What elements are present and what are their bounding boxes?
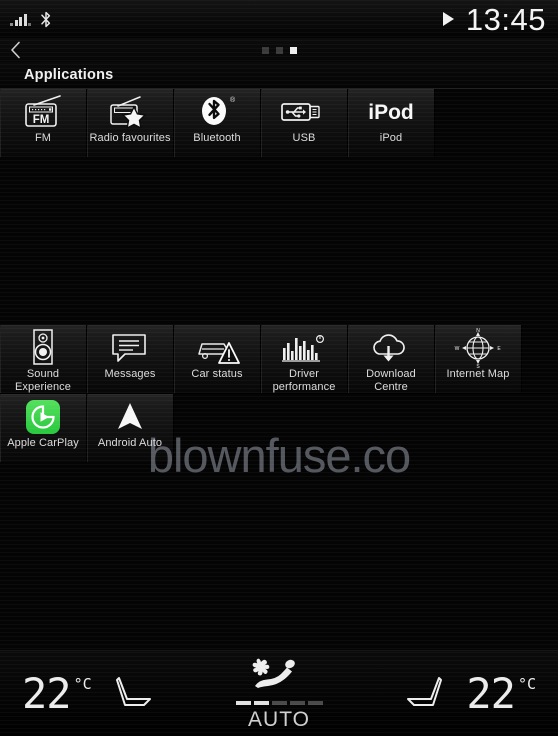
app-label: Bluetooth: [193, 132, 241, 144]
fan-segment-5: [307, 701, 323, 705]
app-tile-driver-performance[interactable]: Driver performance: [261, 325, 348, 393]
app-label: FM: [34, 132, 52, 144]
status-bar: 13:45: [0, 0, 558, 38]
app-label: Car status: [191, 368, 243, 380]
app-label: Messages: [104, 368, 156, 380]
android-auto-icon: [111, 397, 149, 437]
auto-label: AUTO: [248, 708, 310, 731]
app-label: Internet Map: [446, 368, 510, 380]
app-label: Android Auto: [97, 437, 163, 449]
clock-label: 13:45: [465, 1, 546, 37]
bluetooth-icon: ®: [196, 92, 238, 132]
car-warning-triangle-icon: [194, 328, 240, 368]
app-tile-fm[interactable]: FM FM: [0, 89, 87, 157]
svg-text:iPod: iPod: [368, 101, 414, 124]
app-label: iPod: [379, 132, 403, 144]
infotainment-screen: 13:45 Applications FM FM Radio favourite…: [0, 0, 558, 736]
app-tile-internet-map[interactable]: N S E W Internet Map: [435, 325, 522, 393]
app-tile-apple-carplay[interactable]: Apple CarPlay: [0, 394, 87, 462]
app-tile-bluetooth[interactable]: ® Bluetooth: [174, 89, 261, 157]
app-tile-radio-favourites[interactable]: Radio favourites: [87, 89, 174, 157]
clock-area: 13:45: [442, 1, 546, 37]
app-row-1: FM FM Radio favourites ® Bluetooth USB i…: [0, 89, 558, 157]
app-tile-ipod[interactable]: iPod iPod: [348, 89, 435, 157]
app-label: Driver performance: [272, 368, 336, 393]
svg-text:N: N: [476, 328, 480, 334]
page-dot-1[interactable]: [261, 46, 269, 54]
usb-stick-icon: [279, 92, 329, 132]
message-bubble-icon: [109, 328, 151, 368]
ipod-wordmark-icon: iPod: [360, 92, 422, 132]
app-label: USB: [292, 132, 316, 144]
bluetooth-icon: [41, 11, 51, 27]
page-indicator: [0, 38, 558, 62]
page-dot-3[interactable]: [289, 46, 297, 54]
svg-text:®: ®: [230, 96, 236, 104]
title-bar: Applications: [0, 62, 558, 88]
app-tile-usb[interactable]: USB: [261, 89, 348, 157]
svg-text:FM: FM: [33, 114, 50, 126]
app-tile-sound-experience[interactable]: Sound Experience: [0, 325, 87, 393]
app-label: Download Centre: [366, 368, 416, 393]
fan-seat-airflow-icon: [252, 658, 295, 688]
fan-segment-3: [271, 701, 287, 705]
app-tile-download-centre[interactable]: Download Centre: [348, 325, 435, 393]
globe-compass-icon: N S E W: [452, 328, 504, 368]
app-row-2: Sound Experience Messages Car status Dri…: [0, 325, 558, 393]
apple-carplay-icon: [26, 397, 60, 437]
radio-favourites-star-icon: [107, 92, 153, 132]
grid-empty-space: [0, 157, 558, 325]
bar-chart-icon: [280, 328, 328, 368]
climate-auto-group[interactable]: AUTO: [0, 651, 558, 736]
app-label: Radio favourites: [89, 132, 171, 144]
app-tile-android-auto[interactable]: Android Auto: [87, 394, 174, 462]
app-label: Sound Experience: [14, 368, 72, 393]
app-tile-messages[interactable]: Messages: [87, 325, 174, 393]
climate-bar: 22 °C AUTO 22 °C: [0, 650, 558, 736]
fan-segment-1: [235, 701, 251, 705]
fm-radio-icon: FM: [20, 92, 66, 132]
fan-level-segments[interactable]: [235, 701, 323, 705]
page-title: Applications: [24, 67, 114, 83]
signal-bars-icon: [10, 13, 31, 26]
speaker-icon: [28, 328, 58, 368]
fan-segment-4: [289, 701, 305, 705]
nav-bar: [0, 38, 558, 62]
svg-text:W: W: [455, 346, 460, 352]
application-grid: FM FM Radio favourites ® Bluetooth USB i…: [0, 89, 558, 650]
app-label: Apple CarPlay: [7, 437, 79, 449]
app-row-3: Apple CarPlay Android Auto: [0, 394, 558, 462]
cloud-download-icon: [367, 328, 415, 368]
play-icon: [442, 12, 454, 26]
app-tile-car-status[interactable]: Car status: [174, 325, 261, 393]
page-dot-2[interactable]: [275, 46, 283, 54]
svg-text:E: E: [497, 346, 501, 352]
fan-segment-2: [253, 701, 269, 705]
